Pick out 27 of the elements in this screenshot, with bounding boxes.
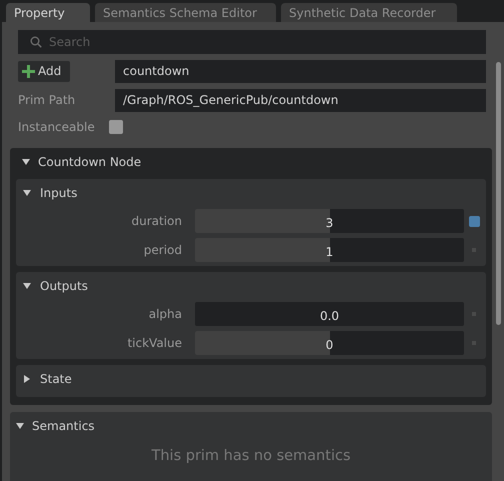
section-title[interactable]: Semantics xyxy=(32,418,95,432)
modified-indicator[interactable] xyxy=(469,216,480,226)
name-field[interactable]: countdown xyxy=(115,60,486,82)
field-label: period xyxy=(142,243,183,257)
field-label: duration xyxy=(130,214,183,228)
value-field[interactable]: 0 xyxy=(195,331,464,355)
section-title[interactable]: Inputs xyxy=(40,186,78,200)
tab[interactable]: Property xyxy=(6,3,90,22)
value-field[interactable]: 3 xyxy=(195,209,464,233)
search-field[interactable]: Search xyxy=(18,30,486,54)
field-label: tickValue xyxy=(126,336,183,350)
section-title[interactable]: State xyxy=(40,372,72,386)
add-button[interactable]: Add xyxy=(18,60,70,82)
section-title[interactable]: Outputs xyxy=(40,278,88,292)
tab[interactable]: Semantics Schema Editor xyxy=(95,3,276,22)
section-title[interactable]: Countdown Node xyxy=(38,154,142,168)
empty-message: This prim has no semantics xyxy=(150,448,352,464)
checkbox[interactable] xyxy=(108,120,123,134)
value-field[interactable]: 0.0 xyxy=(195,302,464,326)
field-label: Prim Path xyxy=(18,93,76,107)
field-label: Instanceable xyxy=(18,120,95,134)
scrollbar-thumb[interactable] xyxy=(496,62,501,325)
prim-path-field[interactable]: /Graph/ROS_GenericPub/countdown xyxy=(115,88,486,112)
field-label: alpha xyxy=(148,307,183,321)
tab[interactable]: Synthetic Data Recorder xyxy=(281,3,457,22)
value-field[interactable]: 1 xyxy=(195,238,464,262)
plus-icon xyxy=(22,64,35,78)
